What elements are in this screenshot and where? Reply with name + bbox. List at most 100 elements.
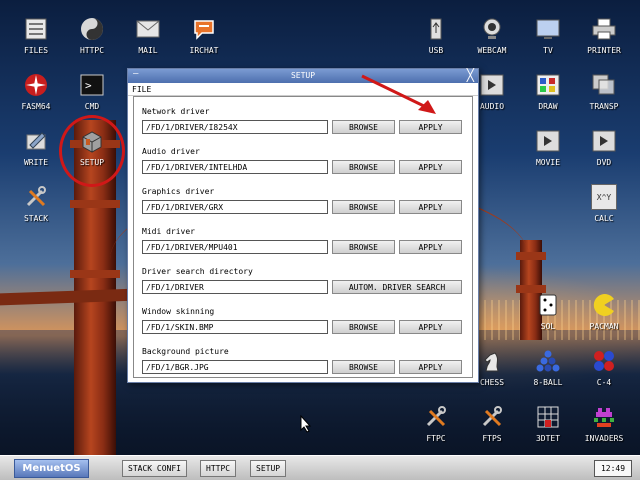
- window-skin-path[interactable]: /FD/1/SKIN.BMP: [142, 320, 328, 334]
- desktop-icon-label: FTPS: [482, 434, 502, 443]
- row-background-picture: Background picture /FD/1/BGR.JPG BROWSE …: [142, 347, 468, 374]
- desktop-icon-3dtet[interactable]: 3DTET: [520, 402, 576, 456]
- dice-icon: [535, 292, 561, 318]
- invaders-icon: [591, 404, 617, 430]
- taskbar: MenuetOS STACK CONFI HTTPC SETUP 12:49: [0, 455, 640, 480]
- chat-icon: [191, 16, 217, 42]
- desktop-icon-webcam[interactable]: WEBCAM: [464, 14, 520, 68]
- desktop-icon-ftps[interactable]: FTPS: [464, 402, 520, 456]
- window-skin-apply-button[interactable]: APPLY: [399, 320, 462, 334]
- row-window-skinning: Window skinning /FD/1/SKIN.BMP BROWSE AP…: [142, 307, 468, 334]
- desktop-icon-label: FILES: [23, 46, 49, 55]
- audio-driver-apply-button[interactable]: APPLY: [399, 160, 462, 174]
- audio-driver-browse-button[interactable]: BROWSE: [332, 160, 395, 174]
- pool-balls-icon: [535, 348, 561, 374]
- desktop-icon-label: PRINTER: [587, 46, 621, 55]
- desktop-icon-label: AUDIO: [479, 102, 505, 111]
- mouse-cursor-icon: [300, 415, 312, 433]
- desktop-icon-tv[interactable]: TV: [520, 14, 576, 68]
- audio-driver-path[interactable]: /FD/1/DRIVER/INTELHDA: [142, 160, 328, 174]
- network-driver-path[interactable]: /FD/1/DRIVER/I8254X: [142, 120, 328, 134]
- clock: 12:49: [594, 460, 632, 477]
- row-label: Window skinning: [142, 307, 215, 316]
- desktop-icon-label: 8-BALL: [533, 378, 563, 387]
- desktop-icon-stack[interactable]: STACK: [8, 182, 64, 236]
- transp-icon: [591, 72, 617, 98]
- background-picture-apply-button[interactable]: APPLY: [399, 360, 462, 374]
- settings-panel: Network driver /FD/1/DRIVER/I8254X BROWS…: [133, 96, 473, 378]
- annotation-arrow: [361, 74, 436, 114]
- desktop-icon-label: DRAW: [538, 102, 558, 111]
- files-icon: [23, 16, 49, 42]
- midi-driver-path[interactable]: /FD/1/DRIVER/MPU401: [142, 240, 328, 254]
- connect-four-icon: [591, 348, 617, 374]
- calc-icon: X^Y: [591, 184, 617, 210]
- desktop-icon-printer[interactable]: PRINTER: [576, 14, 632, 68]
- desktop-icon-label: WEBCAM: [477, 46, 507, 55]
- desktop-icon-label: INVADERS: [584, 434, 624, 443]
- desktop-icon-label: SOL: [540, 322, 556, 331]
- desktop-icon-8ball[interactable]: 8-BALL: [520, 346, 576, 400]
- desktop-icon-fasm64[interactable]: FASM64: [8, 70, 64, 124]
- auto-driver-search-button[interactable]: AUTOM. DRIVER SEARCH: [332, 280, 462, 294]
- desktop-icon-mail[interactable]: MAIL: [120, 14, 176, 68]
- desktop-icon-transp[interactable]: TRANSP: [576, 70, 632, 124]
- window-skin-browse-button[interactable]: BROWSE: [332, 320, 395, 334]
- webcam-icon: [479, 16, 505, 42]
- movie-icon: [535, 128, 561, 154]
- row-label: Graphics driver: [142, 187, 215, 196]
- desktop-icon-label: TRANSP: [589, 102, 619, 111]
- start-menu-button[interactable]: MenuetOS: [14, 459, 89, 478]
- desktop-icon-dvd[interactable]: DVD: [576, 126, 632, 180]
- taskbar-button-httpc[interactable]: HTTPC: [200, 460, 237, 477]
- network-driver-apply-button[interactable]: APPLY: [399, 120, 462, 134]
- desktop-icon-calc[interactable]: X^Y CALC: [576, 182, 632, 236]
- desktop-icon-sol[interactable]: SOL: [520, 290, 576, 344]
- pacman-icon: [591, 292, 617, 318]
- dvd-icon: [591, 128, 617, 154]
- menu-file[interactable]: FILE: [132, 85, 151, 94]
- terminal-icon: >: [79, 72, 105, 98]
- desktop-icon-httpc[interactable]: HTTPC: [64, 14, 120, 68]
- desktop-icon-irchat[interactable]: IRCHAT: [176, 14, 232, 68]
- driver-search-directory-path[interactable]: /FD/1/DRIVER: [142, 280, 328, 294]
- desktop-icon-label: MAIL: [138, 46, 158, 55]
- setup-highlight-circle: [59, 115, 125, 187]
- desktop-icon-label: PACMAN: [589, 322, 619, 331]
- desktop-icon-invaders[interactable]: INVADERS: [576, 402, 632, 456]
- taskbar-button-stack-config[interactable]: STACK CONFI: [122, 460, 187, 477]
- desktop-icon-ftpc[interactable]: FTPC: [408, 402, 464, 456]
- desktop-icon-files[interactable]: FILES: [8, 14, 64, 68]
- desktop-icon-movie[interactable]: MOVIE: [520, 126, 576, 180]
- row-label: Background picture: [142, 347, 229, 356]
- row-audio-driver: Audio driver /FD/1/DRIVER/INTELHDA BROWS…: [142, 147, 468, 174]
- usb-icon: [423, 16, 449, 42]
- background-picture-browse-button[interactable]: BROWSE: [332, 360, 395, 374]
- close-button[interactable]: ╳: [467, 68, 474, 82]
- row-midi-driver: Midi driver /FD/1/DRIVER/MPU401 BROWSE A…: [142, 227, 468, 254]
- network-driver-browse-button[interactable]: BROWSE: [332, 120, 395, 134]
- chess-knight-icon: [479, 348, 505, 374]
- taskbar-button-setup[interactable]: SETUP: [250, 460, 287, 477]
- background-picture-path[interactable]: /FD/1/BGR.JPG: [142, 360, 328, 374]
- desktop-icon-label: HTTPC: [79, 46, 105, 55]
- row-label: Driver search directory: [142, 267, 253, 276]
- fasm-icon: [23, 72, 49, 98]
- desktop-icon-write[interactable]: WRITE: [8, 126, 64, 180]
- row-label: Audio driver: [142, 147, 200, 156]
- desktop-icon-draw[interactable]: DRAW: [520, 70, 576, 124]
- tools-icon: [23, 184, 49, 210]
- midi-driver-browse-button[interactable]: BROWSE: [332, 240, 395, 254]
- desktop-icon-label: CHESS: [479, 378, 505, 387]
- desktop-icon-usb[interactable]: USB: [408, 14, 464, 68]
- ftp-tools-icon: [423, 404, 449, 430]
- desktop-icon-c4[interactable]: C-4: [576, 346, 632, 400]
- desktop-icon-label: MOVIE: [535, 158, 561, 167]
- graphics-driver-browse-button[interactable]: BROWSE: [332, 200, 395, 214]
- graphics-driver-path[interactable]: /FD/1/DRIVER/GRX: [142, 200, 328, 214]
- row-graphics-driver: Graphics driver /FD/1/DRIVER/GRX BROWSE …: [142, 187, 468, 214]
- tv-icon: [535, 16, 561, 42]
- midi-driver-apply-button[interactable]: APPLY: [399, 240, 462, 254]
- desktop-icon-pacman[interactable]: PACMAN: [576, 290, 632, 344]
- graphics-driver-apply-button[interactable]: APPLY: [399, 200, 462, 214]
